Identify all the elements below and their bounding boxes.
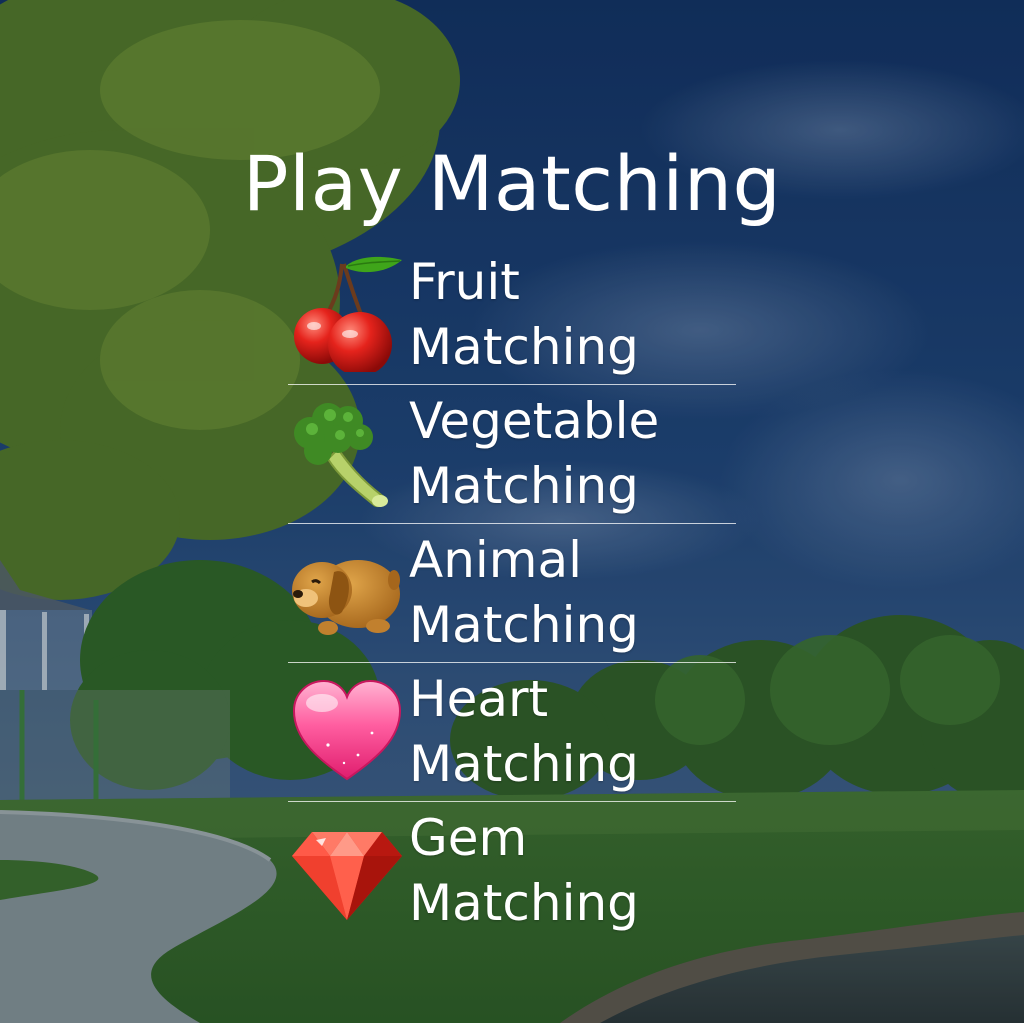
menu-item-label-line1: Animal — [409, 531, 583, 589]
menu-item-label-line2: Matching — [409, 457, 639, 515]
menu-item-label: Heart Matching — [409, 667, 729, 797]
page-title: Play Matching — [242, 139, 782, 228]
menu-item-label: Vegetable Matching — [409, 389, 729, 519]
menu-item-label-line2: Matching — [409, 596, 639, 654]
menu-item-label-line1: Vegetable — [409, 392, 660, 450]
menu-item-label: Fruit Matching — [409, 250, 729, 380]
menu-item-label: Animal Matching — [409, 528, 729, 658]
cherry-icon — [288, 254, 406, 376]
gem-icon — [288, 810, 406, 928]
menu-item-label-line2: Matching — [409, 318, 639, 376]
menu-item-label-line1: Gem — [409, 809, 528, 867]
menu-item-label-line1: Fruit — [409, 253, 520, 311]
game-mode-menu: Fruit Matching Vegetable Matching Animal… — [288, 246, 736, 940]
menu-item-vegetable-matching[interactable]: Vegetable Matching — [288, 385, 736, 524]
menu-item-animal-matching[interactable]: Animal Matching — [288, 524, 736, 663]
menu-item-heart-matching[interactable]: Heart Matching — [288, 663, 736, 802]
menu-item-gem-matching[interactable]: Gem Matching — [288, 802, 736, 940]
broccoli-icon — [288, 393, 406, 511]
menu-item-label-line1: Heart — [409, 670, 549, 728]
game-menu-screen: Play Matching Fruit Matching Vegetable M… — [0, 0, 1024, 1023]
menu-item-fruit-matching[interactable]: Fruit Matching — [288, 246, 736, 385]
menu-item-label-line2: Matching — [409, 735, 639, 793]
menu-item-label: Gem Matching — [409, 806, 729, 936]
menu-item-label-line2: Matching — [409, 874, 639, 932]
puppy-icon — [288, 532, 406, 650]
heart-icon — [288, 671, 406, 789]
